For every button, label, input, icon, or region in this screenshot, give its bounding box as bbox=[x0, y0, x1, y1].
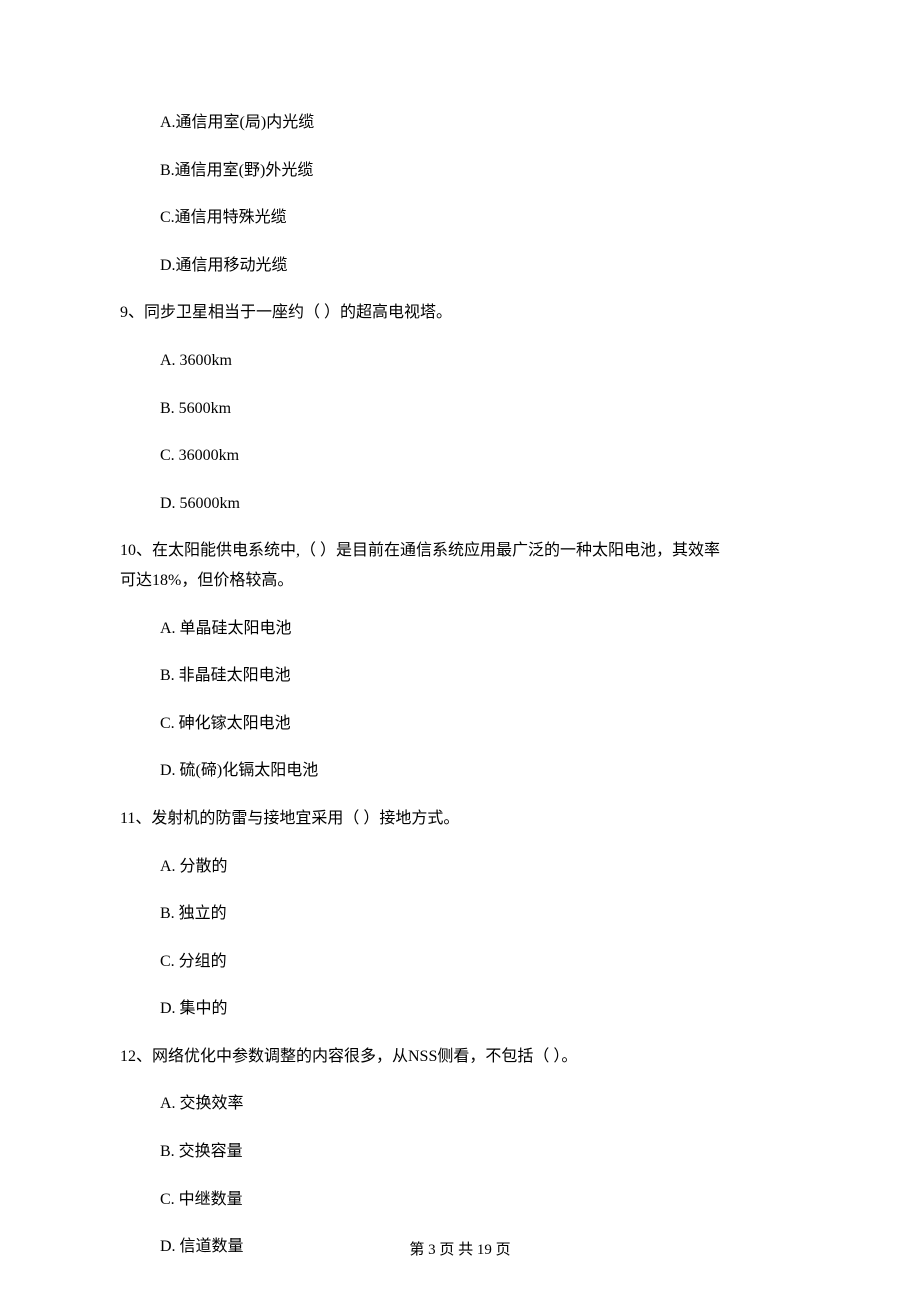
option-item: B.通信用室(野)外光缆 bbox=[120, 158, 800, 184]
question-10-text-line2: 可达18%，但价格较高。 bbox=[120, 568, 800, 594]
option-item: B. 非晶硅太阳电池 bbox=[120, 663, 800, 689]
option-item: C.通信用特殊光缆 bbox=[120, 205, 800, 231]
document-page: A.通信用室(局)内光缆 B.通信用室(野)外光缆 C.通信用特殊光缆 D.通信… bbox=[0, 0, 920, 1302]
question-11-text: 11、发射机的防雷与接地宜采用（ ）接地方式。 bbox=[120, 806, 800, 832]
option-item: A.通信用室(局)内光缆 bbox=[120, 110, 800, 136]
question-9-text: 9、同步卫星相当于一座约（ ）的超高电视塔。 bbox=[120, 300, 800, 326]
option-item: C. 砷化镓太阳电池 bbox=[120, 711, 800, 737]
option-item: C. 中继数量 bbox=[120, 1187, 800, 1213]
option-item: B. 独立的 bbox=[120, 901, 800, 927]
option-item: D. 56000km bbox=[120, 491, 800, 517]
option-item: C. 分组的 bbox=[120, 949, 800, 975]
option-item: D.通信用移动光缆 bbox=[120, 253, 800, 279]
option-item: A. 分散的 bbox=[120, 854, 800, 880]
option-item: D. 集中的 bbox=[120, 996, 800, 1022]
option-item: C. 36000km bbox=[120, 443, 800, 469]
question-10-text-line1: 10、在太阳能供电系统中,（ ）是目前在通信系统应用最广泛的一种太阳电池，其效率 bbox=[120, 538, 800, 564]
page-footer: 第 3 页 共 19 页 bbox=[0, 1238, 920, 1262]
question-12-text: 12、网络优化中参数调整的内容很多，从NSS侧看，不包括（ ）。 bbox=[120, 1044, 800, 1070]
option-item: D. 硫(碲)化镉太阳电池 bbox=[120, 758, 800, 784]
option-item: A. 单晶硅太阳电池 bbox=[120, 616, 800, 642]
option-item: A. 3600km bbox=[120, 348, 800, 374]
option-item: A. 交换效率 bbox=[120, 1091, 800, 1117]
option-item: B. 交换容量 bbox=[120, 1139, 800, 1165]
option-item: B. 5600km bbox=[120, 396, 800, 422]
